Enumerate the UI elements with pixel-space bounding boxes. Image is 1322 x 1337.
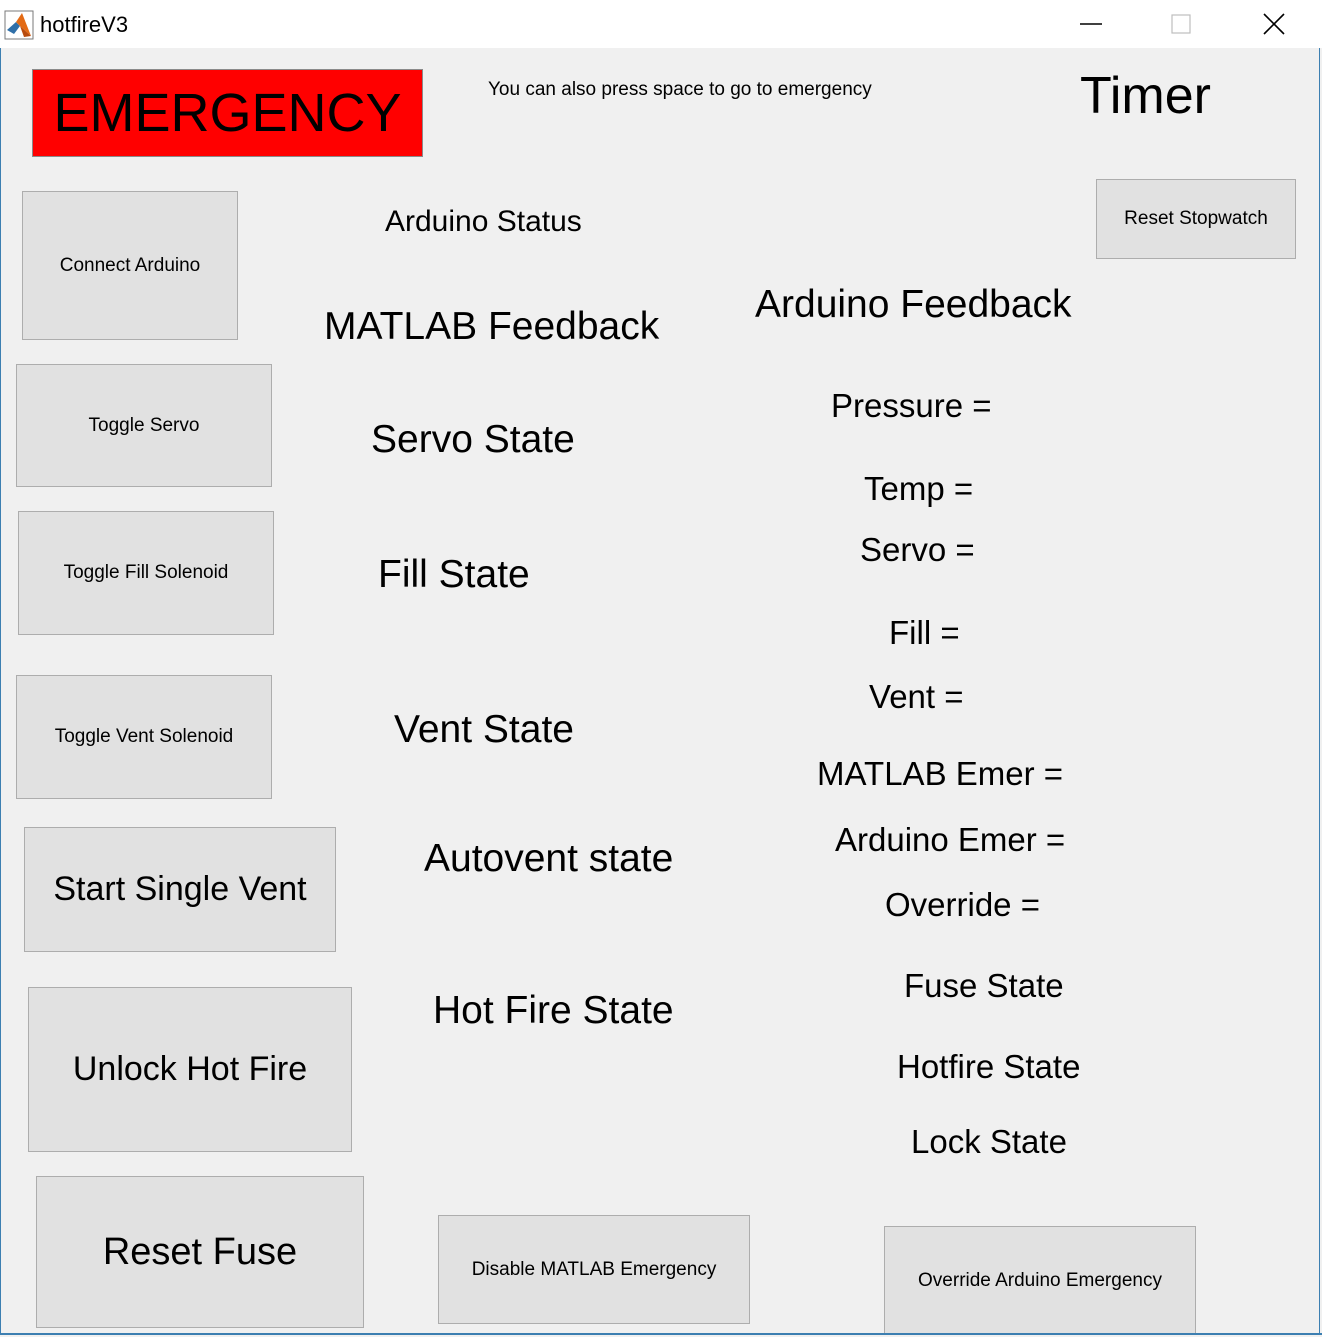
maximize-icon bbox=[1171, 14, 1191, 34]
toggle-fill-solenoid-button[interactable]: Toggle Fill Solenoid bbox=[18, 511, 274, 635]
reset-stopwatch-button[interactable]: Reset Stopwatch bbox=[1096, 179, 1296, 259]
hotfire-state-label: Hotfire State bbox=[897, 1048, 1081, 1085]
hot-fire-state-label: Hot Fire State bbox=[433, 989, 674, 1032]
servo-value-label: Servo = bbox=[860, 531, 975, 568]
temp-label: Temp = bbox=[864, 470, 974, 507]
servo-state-label: Servo State bbox=[371, 418, 575, 461]
matlab-icon bbox=[4, 10, 34, 40]
autovent-state-label: Autovent state bbox=[424, 837, 674, 880]
emergency-button[interactable]: EMERGENCY bbox=[32, 69, 423, 157]
fill-value-label: Fill = bbox=[889, 614, 960, 651]
title-bar[interactable]: hotfireV3 bbox=[0, 0, 1322, 48]
window-bottom-border bbox=[0, 1333, 1322, 1335]
lock-state-label: Lock State bbox=[911, 1123, 1067, 1160]
space-hint-label: You can also press space to go to emerge… bbox=[488, 79, 872, 100]
arduino-feedback-label: Arduino Feedback bbox=[755, 283, 1072, 326]
arduino-emer-label: Arduino Emer = bbox=[835, 821, 1066, 858]
vent-state-label: Vent State bbox=[394, 708, 574, 751]
close-icon bbox=[1263, 13, 1285, 35]
start-single-vent-button[interactable]: Start Single Vent bbox=[24, 827, 336, 952]
timer-label: Timer bbox=[1080, 67, 1211, 125]
override-arduino-emergency-button[interactable]: Override Arduino Emergency bbox=[884, 1226, 1196, 1335]
window-title: hotfireV3 bbox=[40, 12, 129, 37]
vent-value-label: Vent = bbox=[869, 678, 964, 715]
reset-fuse-button[interactable]: Reset Fuse bbox=[36, 1176, 364, 1328]
maximize-button[interactable] bbox=[1136, 0, 1226, 48]
fill-state-label: Fill State bbox=[378, 553, 530, 596]
minimize-button[interactable] bbox=[1046, 0, 1136, 48]
unlock-hot-fire-button[interactable]: Unlock Hot Fire bbox=[28, 987, 352, 1152]
override-label: Override = bbox=[885, 886, 1040, 923]
fuse-state-label: Fuse State bbox=[904, 967, 1064, 1004]
close-button[interactable] bbox=[1229, 0, 1319, 48]
arduino-status-label: Arduino Status bbox=[385, 205, 582, 238]
connect-arduino-button[interactable]: Connect Arduino bbox=[22, 191, 238, 340]
toggle-servo-button[interactable]: Toggle Servo bbox=[16, 364, 272, 487]
pressure-label: Pressure = bbox=[831, 387, 992, 424]
matlab-emer-label: MATLAB Emer = bbox=[817, 755, 1064, 792]
toggle-vent-solenoid-button[interactable]: Toggle Vent Solenoid bbox=[16, 675, 272, 799]
disable-matlab-emergency-button[interactable]: Disable MATLAB Emergency bbox=[438, 1215, 750, 1324]
matlab-feedback-label: MATLAB Feedback bbox=[324, 305, 660, 348]
minimize-icon bbox=[1080, 23, 1102, 25]
